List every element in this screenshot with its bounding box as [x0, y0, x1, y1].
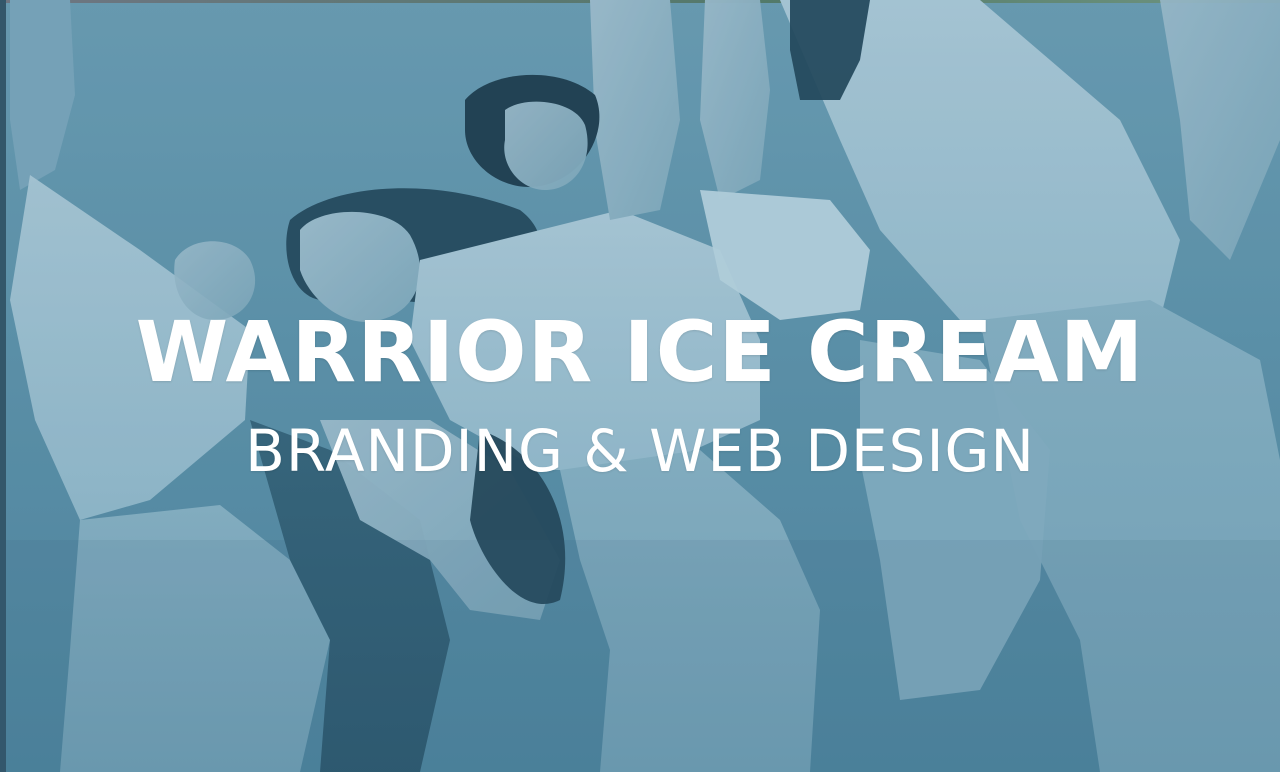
page-title: WARRIOR ICE CREAM [135, 303, 1145, 401]
hero-banner: WARRIOR ICE CREAM BRANDING & WEB DESIGN [0, 0, 1280, 772]
page-subtitle: BRANDING & WEB DESIGN [245, 417, 1035, 485]
hero-title-block: WARRIOR ICE CREAM BRANDING & WEB DESIGN [0, 310, 1280, 480]
